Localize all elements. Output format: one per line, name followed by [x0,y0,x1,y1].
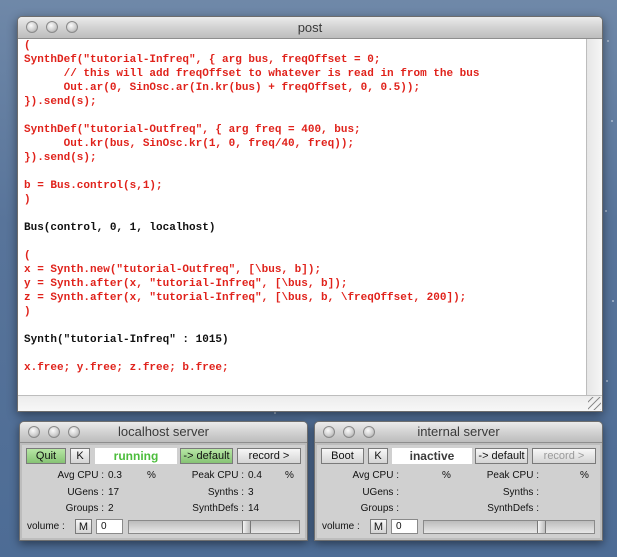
synthdefs-label: SynthDefs : [192,503,244,514]
volume-label: volume : [27,521,65,532]
desktop-speck [606,380,608,382]
post-line [24,165,586,179]
post-line: }).send(s); [24,152,97,164]
desktop-speck [274,412,276,414]
peak-cpu-percent: % [285,470,294,481]
post-line: // this will add freqOffset to whatever … [24,68,480,80]
desktop-speck [612,300,614,302]
internal-panel: Boot K inactive -> default record > Avg … [315,443,602,540]
post-line [24,207,586,221]
post-line [24,235,586,249]
post-line: Out.ar(0, SinOsc.ar(In.kr(bus) + freqOff… [24,82,421,94]
post-line [24,319,586,333]
post-titlebar[interactable]: post [18,17,602,39]
post-line: ( [24,40,31,52]
post-window: post ( SynthDef("tutorial-Infreq", { arg … [17,16,603,412]
localhost-server-window: localhost server Quit K running -> defau… [19,421,308,541]
peak-cpu-value: 0.4 [248,470,262,481]
post-line: z = Synth.after(x, "tutorial-Infreq", [\… [24,292,467,304]
avg-cpu-value: 0.3 [108,470,122,481]
post-line: SynthDef("tutorial-Outfreq", { arg freq … [24,124,361,136]
mute-button[interactable]: M [370,519,387,534]
desktop-speck [607,40,609,42]
post-line: x = Synth.new("tutorial-Outfreq", [\bus,… [24,264,322,276]
post-line: SynthDef("tutorial-Infreq", { arg bus, f… [24,54,381,66]
default-button[interactable]: -> default [475,448,528,464]
avg-cpu-label: Avg CPU : [57,470,105,481]
server-status: running [95,448,177,464]
quit-button[interactable]: Quit [26,448,66,464]
groups-label: Groups : [65,503,104,514]
post-line: b = Bus.control(s,1); [24,180,163,192]
internal-window-title: internal server [417,424,500,439]
post-line: Bus(control, 0, 1, localhost) [24,222,216,234]
synths-value: 3 [248,487,254,498]
internal-titlebar[interactable]: internal server [315,422,602,443]
volume-slider[interactable] [423,520,595,534]
volume-slider-knob[interactable] [537,521,546,533]
post-line: }).send(s); [24,96,97,108]
peak-cpu-label: Peak CPU : [191,470,244,481]
post-line: Out.kr(bus, SinOsc.kr(1, 0, freq/40, fre… [24,138,355,150]
avg-cpu-percent: % [147,470,156,481]
post-window-title: post [297,20,323,35]
post-line: x.free; y.free; z.free; b.free; [24,362,229,374]
internal-server-window: internal server Boot K inactive -> defau… [314,421,603,541]
peak-cpu-label: Peak CPU : [486,470,539,481]
kill-button[interactable]: K [70,448,90,464]
localhost-window-title: localhost server [117,424,210,439]
groups-label: Groups : [360,503,399,514]
server-status: inactive [392,448,472,464]
vertical-scrollbar[interactable] [586,39,602,395]
volume-field[interactable]: 0 [391,519,418,534]
horizontal-scrollbar[interactable] [18,395,602,411]
synths-label: Synths : [502,487,539,498]
post-line: ) [24,306,31,318]
synths-label: Synths : [207,487,244,498]
record-button[interactable]: record > [532,448,596,464]
synthdefs-value: 14 [248,503,260,514]
volume-slider-knob[interactable] [242,521,251,533]
mute-button[interactable]: M [75,519,92,534]
localhost-titlebar[interactable]: localhost server [20,422,307,443]
volume-slider[interactable] [128,520,300,534]
ugens-label: UGens : [67,487,104,498]
post-line: y = Synth.after(x, "tutorial-Infreq", [\… [24,278,348,290]
post-line: ) [24,194,31,206]
ugens-label: UGens : [362,487,399,498]
default-button[interactable]: -> default [180,448,233,464]
avg-cpu-percent: % [442,470,451,481]
post-line: Synth("tutorial-Infreq" : 1015) [24,334,229,346]
boot-button[interactable]: Boot [321,448,364,464]
localhost-panel: Quit K running -> default record > Avg C… [20,443,307,540]
desktop-speck [605,210,607,212]
record-button[interactable]: record > [237,448,301,464]
avg-cpu-label: Avg CPU : [352,470,400,481]
volume-field[interactable]: 0 [96,519,123,534]
post-line [24,347,586,361]
ugens-value: 17 [108,487,120,498]
groups-value: 2 [108,503,114,514]
kill-button[interactable]: K [368,448,388,464]
post-line: ( [24,250,31,262]
resize-grip-icon[interactable] [588,397,601,410]
peak-cpu-percent: % [580,470,589,481]
desktop-speck [611,120,613,122]
post-text-area[interactable]: ( SynthDef("tutorial-Infreq", { arg bus, … [24,39,586,395]
volume-label: volume : [322,521,360,532]
post-line [24,109,586,123]
synthdefs-label: SynthDefs : [487,503,539,514]
